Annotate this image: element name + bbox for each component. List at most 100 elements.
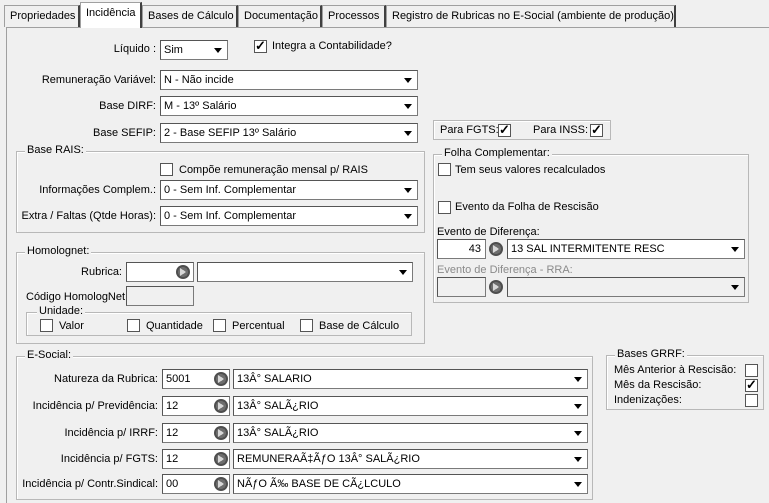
tab-propriedades[interactable]: Propriedades [4, 5, 80, 27]
base-dirf-value: M - 13º Salário [164, 100, 237, 112]
extra-faltas-select[interactable]: 0 - Sem Inf. Complementar [160, 206, 418, 226]
chevron-down-icon [400, 182, 416, 198]
esocial-row-label: Incidência p/ Contr.Sindical: [22, 478, 158, 490]
codigo-homolognet-label: Código HomologNet [26, 291, 126, 303]
chevron-down-icon [400, 72, 416, 88]
evento-rra-label: Evento de Diferença - RRA: [437, 264, 573, 276]
compoe-rais-label: Compõe remuneração mensal p/ RAIS [179, 164, 368, 176]
info-complem-value: 0 - Sem Inf. Complementar [164, 184, 297, 196]
unidade-percentual-label: Percentual [232, 320, 285, 332]
lookup-icon[interactable] [214, 372, 228, 386]
unidade-valor-checkbox[interactable] [40, 319, 53, 332]
incidencia-sindical-select[interactable]: NÃƒO Ã‰ BASE DE CÃ¿LCULO [233, 474, 588, 494]
tab-bar: Propriedades Incidência Bases de Cálculo… [0, 0, 769, 28]
evento-diferenca-code-value: 43 [468, 243, 481, 255]
evento-diferenca-label: Evento de Diferença: [437, 226, 540, 238]
liquido-label: Líquido : [113, 43, 156, 55]
info-complem-label: Informações Complem.: [39, 184, 156, 196]
integra-contabilidade-checkbox[interactable] [254, 38, 267, 54]
mes-rescisao-checkbox[interactable] [745, 377, 758, 393]
esocial-row-value: NÃƒO Ã‰ BASE DE CÃ¿LCULO [237, 478, 401, 490]
lookup-icon[interactable] [214, 452, 228, 466]
tab-processos[interactable]: Processos [322, 5, 386, 27]
lookup-icon[interactable] [489, 242, 503, 256]
para-fgts-checkbox[interactable] [498, 122, 511, 138]
esocial-row-code: 12 [166, 453, 179, 465]
esocial-row-code: 12 [166, 427, 179, 439]
unidade-valor-label: Valor [59, 320, 84, 332]
lookup-icon[interactable] [489, 280, 503, 294]
chevron-down-icon [570, 425, 586, 441]
chevron-down-icon [570, 398, 586, 414]
chevron-down-icon [400, 98, 416, 114]
esocial-row-value: 13Â° SALÃ¿RIO [237, 427, 319, 439]
lookup-icon[interactable] [214, 477, 228, 491]
para-inss-label: Para INSS: [533, 124, 589, 136]
base-dirf-select[interactable]: M - 13º Salário [160, 96, 418, 116]
evento-diferenca-select[interactable]: 13 SAL INTERMITENTE RESC [507, 239, 745, 259]
liquido-value: Sim [164, 44, 183, 56]
chevron-down-icon [400, 208, 416, 224]
esocial-row-code: 00 [166, 478, 179, 490]
rubrica-select[interactable] [197, 262, 413, 282]
base-rais-title: Base RAIS: [25, 144, 86, 156]
tab-documentacao[interactable]: Documentação [238, 5, 322, 27]
lookup-icon[interactable] [214, 426, 228, 440]
integra-contabilidade-label: Integra a Contabilidade? [272, 40, 392, 52]
rubrica-label: Rubrica: [81, 266, 122, 278]
bases-grrf-title: Bases GRRF: [615, 348, 687, 360]
esocial-row-label: Natureza da Rubrica: [54, 373, 158, 385]
base-sefip-value: 2 - Base SEFIP 13º Salário [164, 127, 297, 139]
unidade-quantidade-label: Quantidade [146, 320, 203, 332]
folha-rescisao-checkbox[interactable] [438, 201, 451, 214]
evento-rra-select[interactable] [507, 277, 745, 297]
esocial-row-code: 5001 [166, 373, 191, 385]
chevron-down-icon [727, 241, 743, 257]
mes-rescisao-label: Mês da Rescisão: [614, 379, 702, 391]
recalculados-label: Tem seus valores recalculados [455, 164, 606, 176]
lookup-icon[interactable] [176, 265, 190, 279]
unidade-quantidade-checkbox[interactable] [127, 319, 140, 332]
indenizacoes-checkbox[interactable] [745, 394, 758, 407]
chevron-down-icon [727, 279, 743, 295]
remuneracao-label: Remuneração Variável: [41, 74, 156, 86]
unidade-percentual-checkbox[interactable] [213, 319, 226, 332]
unidade-title: Unidade: [37, 305, 86, 317]
evento-diferenca-code[interactable]: 43 [437, 239, 486, 259]
incidencia-previdencia-select[interactable]: 13Â° SALÃ¿RIO [233, 396, 588, 416]
codigo-homolognet-input[interactable] [126, 286, 194, 306]
esocial-row-label: Incidência p/ IRRF: [64, 427, 158, 439]
lookup-icon[interactable] [214, 399, 228, 413]
evento-rra-code[interactable] [437, 277, 486, 297]
recalculados-checkbox[interactable] [438, 163, 451, 176]
chevron-down-icon [400, 125, 416, 141]
extra-faltas-value: 0 - Sem Inf. Complementar [164, 210, 297, 222]
folha-rescisao-label: Evento da Folha de Rescisão [455, 201, 599, 213]
extra-faltas-label: Extra / Faltas (Qtde Horas): [21, 210, 156, 222]
liquido-select[interactable]: Sim [160, 40, 228, 60]
folha-complementar-title: Folha Complementar: [442, 147, 552, 159]
unidade-base-calculo-checkbox[interactable] [300, 319, 313, 332]
chevron-down-icon [395, 264, 411, 280]
homolognet-title: Homolognet: [25, 245, 92, 257]
esocial-title: E-Social: [25, 349, 74, 361]
chevron-down-icon [570, 476, 586, 492]
incidencia-fgts-select[interactable]: REMUNERAÃ‡ÃƒO 13Â° SALÃ¿RIO [233, 449, 588, 469]
compoe-rais-checkbox[interactable] [160, 163, 173, 176]
incidencia-irrf-select[interactable]: 13Â° SALÃ¿RIO [233, 423, 588, 443]
tab-bases-de-calculo[interactable]: Bases de Cálculo [142, 5, 238, 27]
mes-anterior-checkbox[interactable] [745, 364, 758, 377]
remuneracao-select[interactable]: N - Não incide [160, 70, 418, 90]
esocial-row-value: REMUNERAÃ‡ÃƒO 13Â° SALÃ¿RIO [237, 453, 420, 465]
evento-diferenca-value: 13 SAL INTERMITENTE RESC [511, 243, 665, 255]
esocial-row-code: 12 [166, 400, 179, 412]
tab-registro-esocial[interactable]: Registro de Rubricas no E-Social (ambien… [386, 5, 676, 27]
tab-incidencia[interactable]: Incidência [80, 2, 142, 28]
chevron-down-icon [210, 42, 226, 58]
esocial-row-label: Incidência p/ Previdência: [32, 400, 158, 412]
esocial-row-label: Incidência p/ FGTS: [60, 453, 158, 465]
info-complem-select[interactable]: 0 - Sem Inf. Complementar [160, 180, 418, 200]
para-inss-checkbox[interactable] [590, 122, 603, 138]
base-sefip-select[interactable]: 2 - Base SEFIP 13º Salário [160, 123, 418, 143]
natureza-rubrica-select[interactable]: 13Â° SALARIO [233, 369, 588, 389]
